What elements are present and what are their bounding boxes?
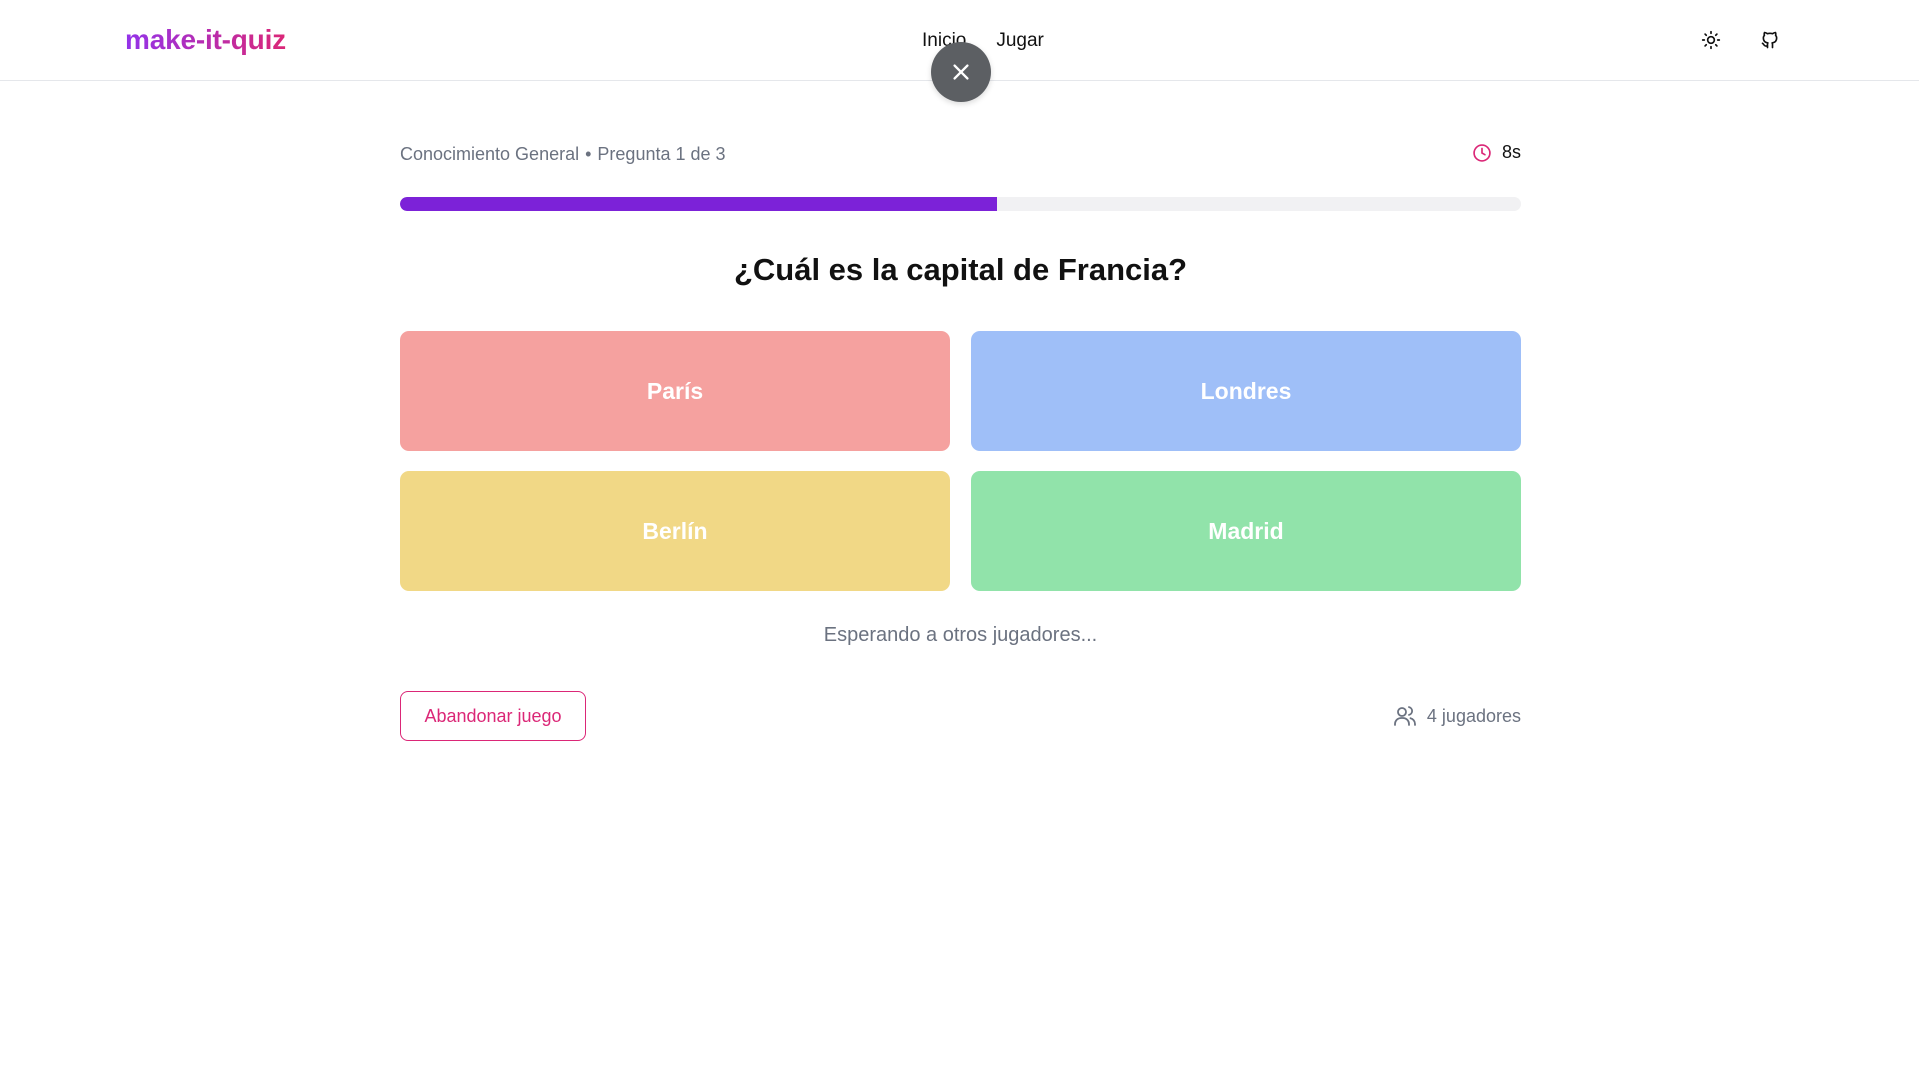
sun-icon bbox=[1701, 30, 1721, 50]
github-link-button[interactable] bbox=[1755, 25, 1785, 55]
users-icon bbox=[1394, 706, 1416, 726]
quiz-meta: Conocimiento General • Pregunta 1 de 3 bbox=[400, 144, 726, 165]
close-overlay-button[interactable] bbox=[931, 42, 991, 102]
category-label: Conocimiento General bbox=[400, 144, 580, 164]
answer-grid: París Londres Berlín Madrid bbox=[400, 331, 1521, 591]
theme-toggle-button[interactable] bbox=[1696, 25, 1726, 55]
time-progress-fill bbox=[400, 197, 998, 211]
close-icon bbox=[953, 64, 969, 80]
quiz-meta-row: Conocimiento General • Pregunta 1 de 3 8… bbox=[400, 140, 1521, 168]
nav-link-jugar[interactable]: Jugar bbox=[996, 30, 1044, 52]
players-count-label: 4 jugadores bbox=[1426, 705, 1521, 726]
timer-value: 8s bbox=[1501, 142, 1521, 162]
answer-option-berlin[interactable]: Berlín bbox=[400, 471, 950, 591]
question-counter: Pregunta 1 de 3 bbox=[597, 144, 726, 164]
waiting-status: Esperando a otros jugadores... bbox=[823, 624, 1098, 646]
clock-icon bbox=[1473, 143, 1491, 162]
answer-option-londres[interactable]: Londres bbox=[971, 331, 1521, 451]
meta-separator: • bbox=[585, 144, 592, 164]
leave-game-button[interactable]: Abandonar juego bbox=[400, 691, 586, 741]
question-text: ¿Cuál es la capital de Francia? bbox=[733, 252, 1188, 287]
timer: 8s bbox=[1472, 142, 1521, 163]
time-progress-bar bbox=[400, 197, 1521, 211]
app-logo[interactable]: make-it-quiz bbox=[125, 24, 286, 56]
quiz-panel: Conocimiento General • Pregunta 1 de 3 8… bbox=[400, 140, 1521, 168]
github-icon bbox=[1761, 31, 1778, 49]
answer-option-madrid[interactable]: Madrid bbox=[971, 471, 1521, 591]
answer-option-paris[interactable]: París bbox=[400, 331, 950, 451]
players-count: 4 jugadores bbox=[1393, 704, 1521, 728]
